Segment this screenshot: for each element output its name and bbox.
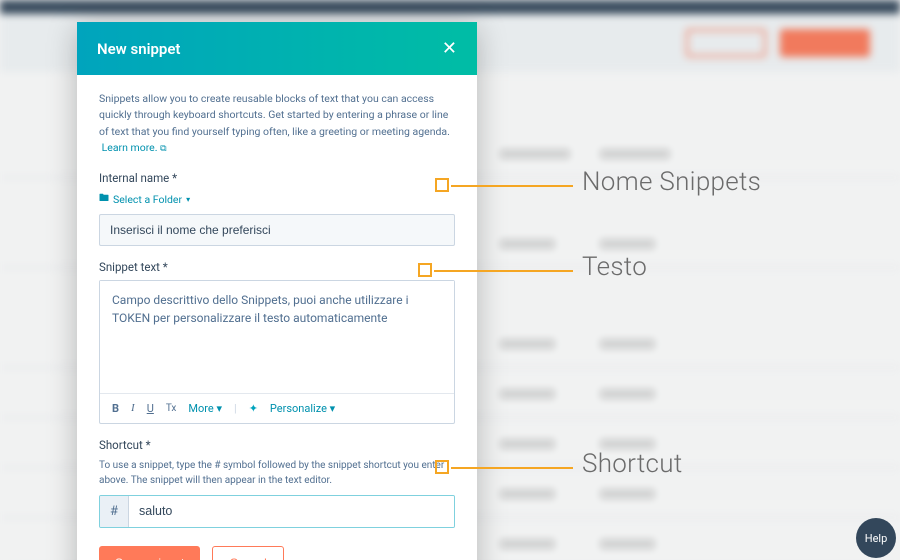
shortcut-input[interactable] [129, 496, 454, 527]
callout-label-name: Nome Snippets [582, 167, 761, 197]
editor-toolbar: B I U Tx More ▾ | ✦ Personalize ▾ [100, 393, 454, 423]
snippet-text-label: Snippet text * [99, 260, 455, 274]
personalize-dropdown[interactable]: Personalize ▾ [270, 402, 335, 415]
close-icon[interactable]: ✕ [442, 38, 457, 59]
modal-title: New snippet [97, 40, 180, 58]
shortcut-hint: To use a snippet, type the # symbol foll… [99, 458, 455, 488]
more-label: More [188, 402, 213, 415]
internal-name-label: Internal name * [99, 171, 455, 185]
bold-button[interactable]: B [112, 402, 119, 415]
shortcut-input-group: # [99, 495, 455, 528]
select-folder-dropdown[interactable]: 🖿 Select a Folder ▾ [99, 191, 455, 208]
modal-header: New snippet ✕ [77, 22, 477, 75]
select-folder-label: Select a Folder [113, 193, 182, 206]
callout-line-text [434, 270, 573, 272]
folder-icon: 🖿 [99, 191, 109, 208]
callout-line-shortcut [451, 467, 573, 469]
chevron-down-icon: ▾ [186, 195, 190, 204]
clear-format-button[interactable]: Tx [166, 403, 177, 414]
callout-marker-text [418, 263, 432, 277]
shortcut-prefix: # [100, 496, 129, 527]
toolbar-separator: | [234, 402, 237, 415]
more-dropdown[interactable]: More ▾ [188, 402, 222, 415]
cancel-button[interactable]: Cancel [212, 546, 283, 560]
new-snippet-modal: New snippet ✕ Snippets allow you to crea… [77, 22, 477, 560]
callout-label-text: Testo [582, 252, 647, 282]
callout-marker-name [435, 178, 449, 192]
italic-button[interactable]: I [131, 402, 135, 414]
help-button[interactable]: Help [856, 518, 896, 558]
snippet-text-area[interactable]: Campo descrittivo dello Snippets, puoi a… [100, 281, 454, 393]
callout-line-name [451, 185, 573, 187]
learn-more-label: Learn more. [102, 141, 158, 154]
underline-button[interactable]: U [147, 402, 154, 415]
callout-label-shortcut: Shortcut [582, 449, 682, 479]
external-link-icon: ⧉ [160, 144, 166, 154]
modal-footer: Save snippet Cancel [99, 546, 455, 560]
personalize-icon: ✦ [249, 402, 258, 415]
intro-copy: Snippets allow you to create reusable bl… [99, 92, 450, 138]
callout-marker-shortcut [435, 460, 449, 474]
learn-more-link[interactable]: Learn more. ⧉ [102, 141, 167, 154]
snippet-text-editor: Campo descrittivo dello Snippets, puoi a… [99, 280, 455, 424]
internal-name-input[interactable] [99, 214, 455, 246]
shortcut-label: Shortcut * [99, 438, 455, 452]
intro-text: Snippets allow you to create reusable bl… [99, 91, 455, 157]
personalize-label: Personalize [270, 402, 327, 415]
save-button[interactable]: Save snippet [99, 546, 200, 560]
